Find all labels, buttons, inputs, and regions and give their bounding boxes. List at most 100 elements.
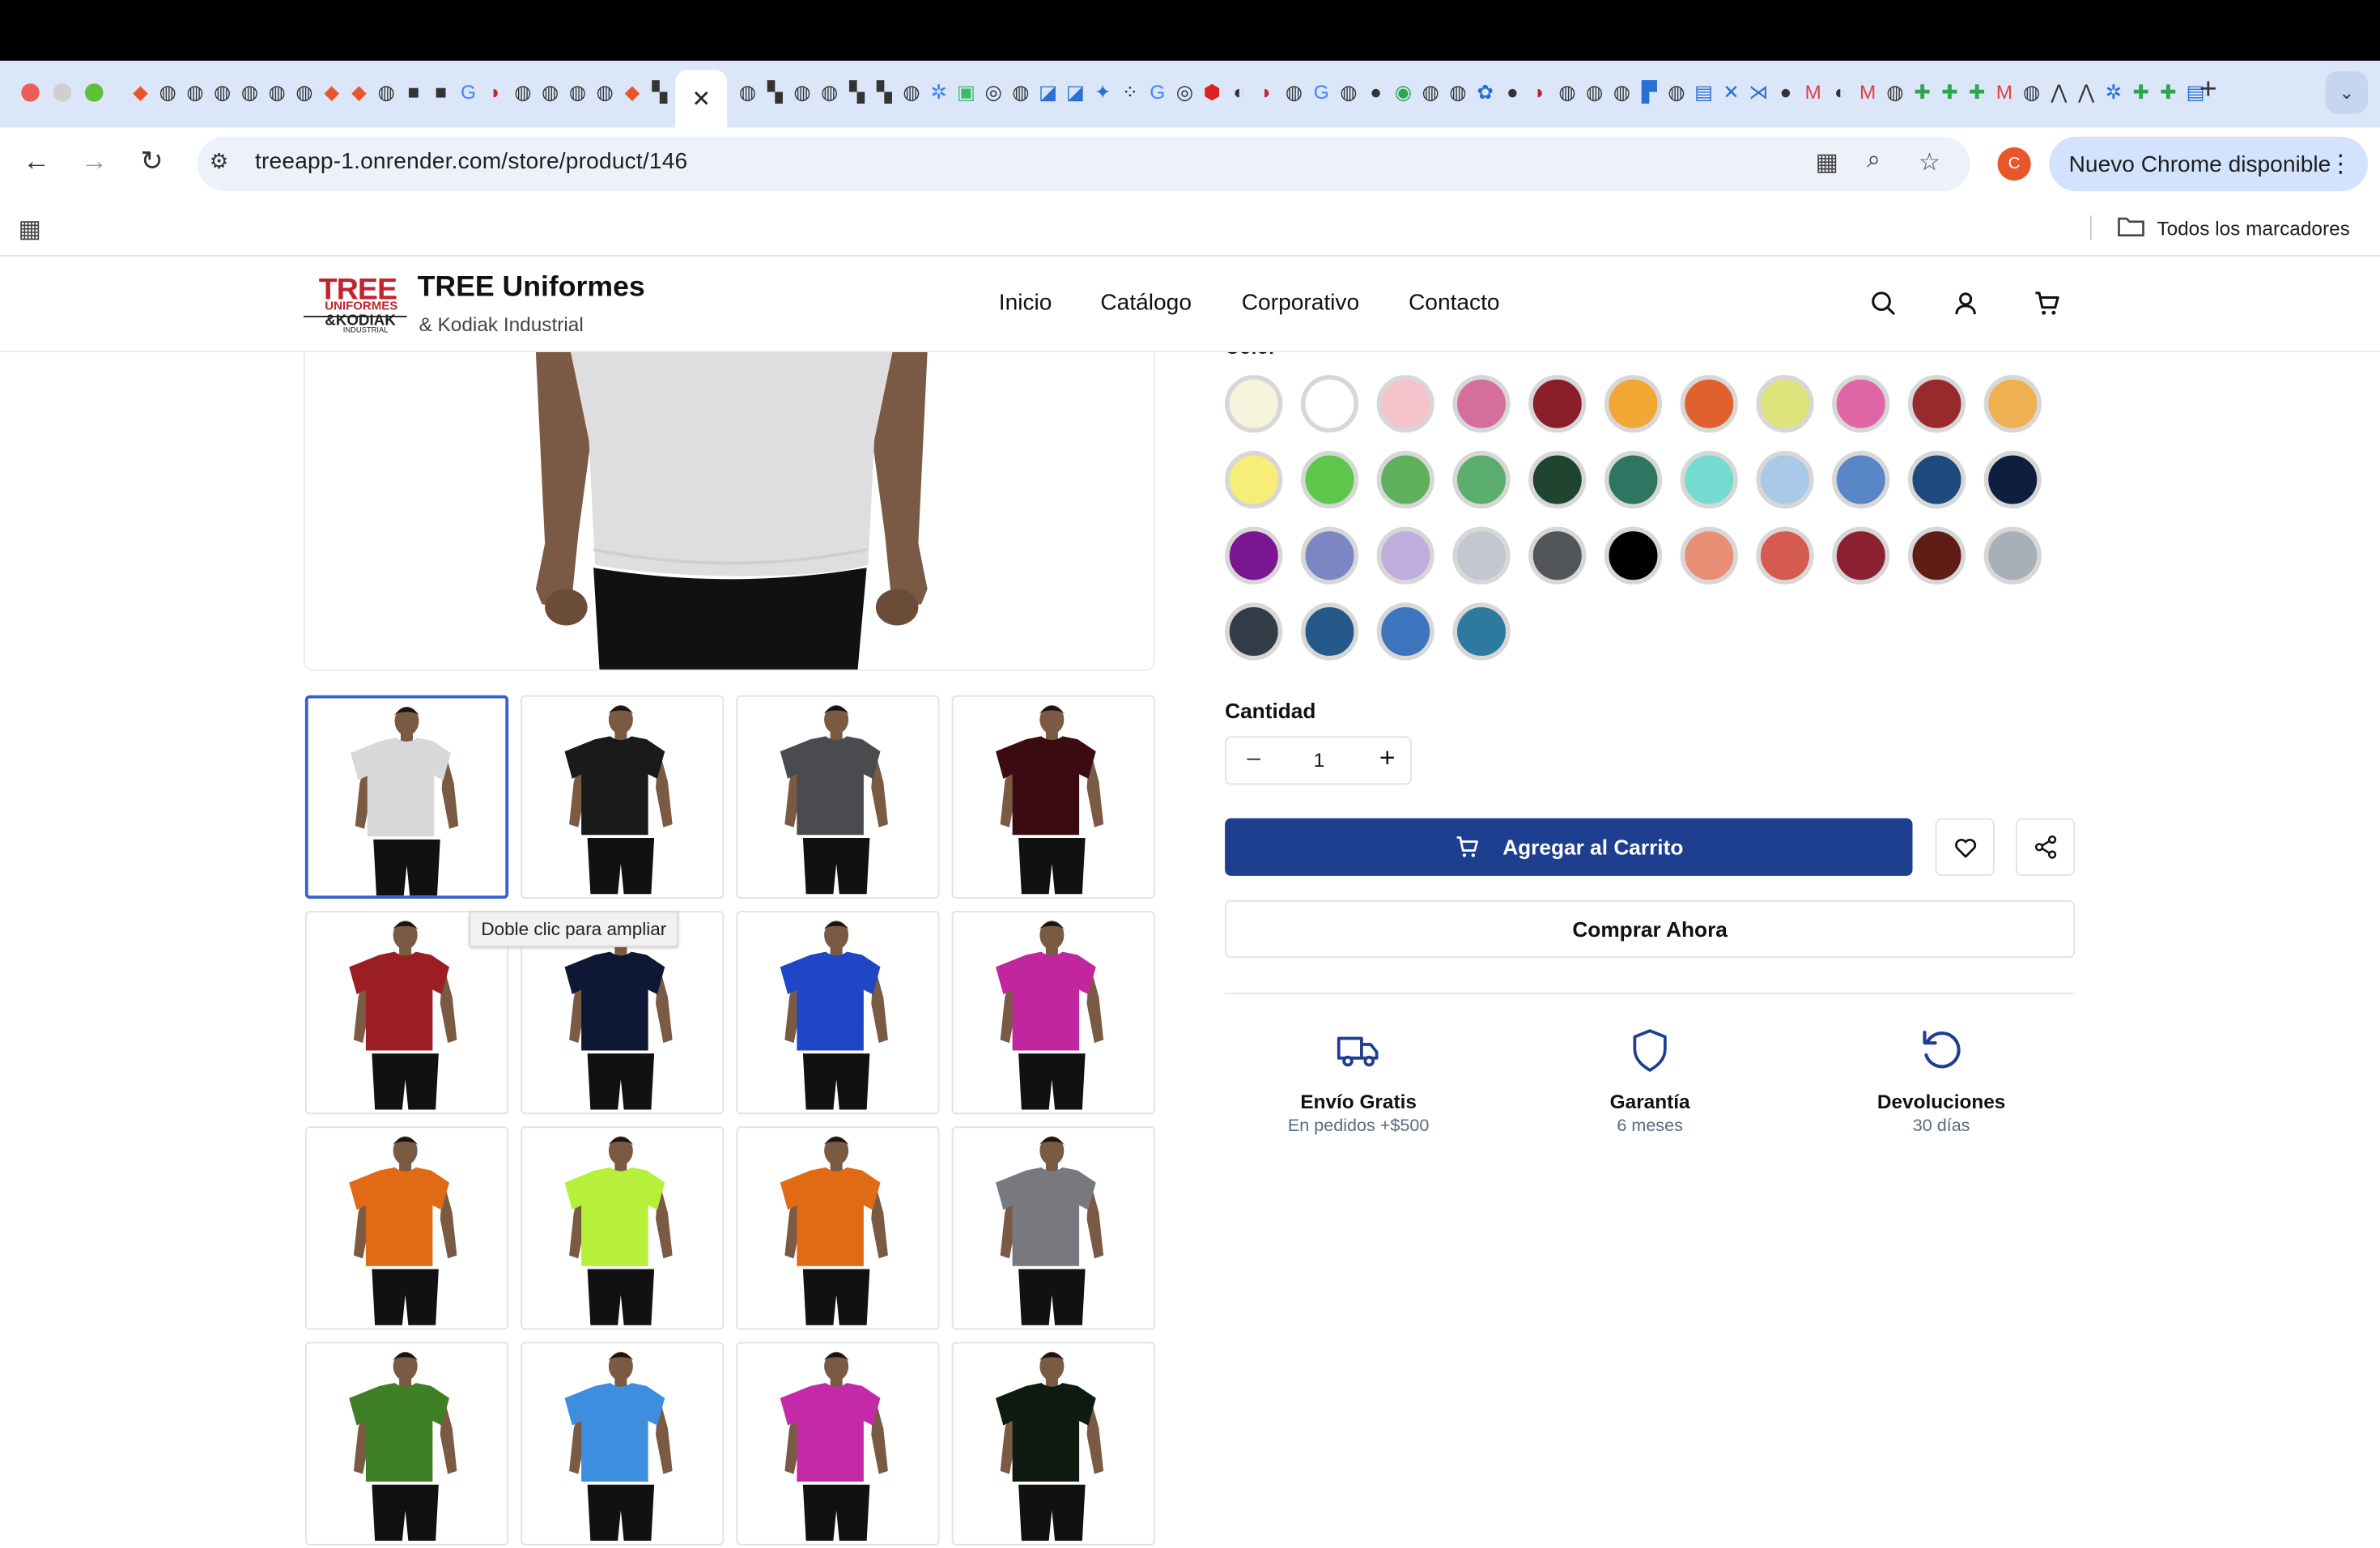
tab-favicon-icon[interactable]: M: [1991, 79, 2017, 105]
tab-favicon-icon[interactable]: ◎: [980, 79, 1006, 105]
brand-logo[interactable]: TREE UNIFORMES &KODIAK INDUSTRIAL: [304, 274, 407, 338]
maximize-window-button[interactable]: [85, 83, 104, 102]
tab-favicon-icon[interactable]: ▤: [1691, 79, 1717, 105]
tab-favicon-icon[interactable]: ⋀: [2046, 79, 2072, 105]
tab-favicon-icon[interactable]: ◍: [565, 79, 591, 105]
color-swatch[interactable]: [1225, 602, 1283, 661]
site-settings-icon[interactable]: ⚙: [210, 149, 229, 175]
color-swatch[interactable]: [1225, 375, 1283, 433]
share-button[interactable]: [2016, 818, 2076, 876]
tab-favicon-icon[interactable]: ◆: [619, 79, 645, 105]
add-to-cart-button[interactable]: Agregar al Carrito: [1225, 818, 1913, 876]
tab-favicon-icon[interactable]: ●: [1773, 79, 1799, 105]
color-swatch[interactable]: [1756, 450, 1814, 509]
product-thumbnail[interactable]: [951, 695, 1155, 899]
tab-favicon-icon[interactable]: ▚: [762, 79, 788, 105]
color-swatch[interactable]: [1983, 450, 2042, 509]
color-swatch[interactable]: [1300, 375, 1359, 433]
tab-favicon-icon[interactable]: ◍: [1664, 79, 1689, 105]
tab-favicon-icon[interactable]: ◍: [592, 79, 618, 105]
tab-favicon-icon[interactable]: ▚: [844, 79, 870, 105]
product-thumbnail[interactable]: [304, 1342, 509, 1546]
tab-favicon-icon[interactable]: ◍: [2019, 79, 2045, 105]
tab-favicon-icon[interactable]: ⁘: [1117, 79, 1143, 105]
nav-link-catalogo[interactable]: Catálogo: [1100, 290, 1192, 316]
tab-favicon-icon[interactable]: ◗: [1254, 79, 1280, 105]
all-bookmarks-link[interactable]: Todos los marcadores: [2157, 217, 2349, 240]
tab-favicon-icon[interactable]: ●: [1363, 79, 1389, 105]
tab-favicon-icon[interactable]: G: [456, 79, 482, 105]
tab-favicon-icon[interactable]: ⬢: [1199, 79, 1225, 105]
tab-favicon-icon[interactable]: M: [1855, 79, 1881, 105]
new-tab-button[interactable]: +: [2199, 73, 2217, 108]
tab-favicon-icon[interactable]: ▚: [647, 79, 673, 105]
tab-favicon-icon[interactable]: ◍: [264, 79, 290, 105]
color-swatch[interactable]: [1832, 526, 1890, 585]
wishlist-button[interactable]: [1935, 818, 1995, 876]
tab-favicon-icon[interactable]: ◆: [346, 79, 372, 105]
tab-favicon-icon[interactable]: ◍: [1445, 79, 1471, 105]
search-icon[interactable]: [1868, 288, 1899, 319]
tab-favicon-icon[interactable]: ◪: [1035, 79, 1061, 105]
color-swatch[interactable]: [1680, 450, 1738, 509]
decrease-quantity-button[interactable]: −: [1239, 744, 1269, 776]
color-swatch[interactable]: [1907, 526, 1966, 585]
tab-favicon-icon[interactable]: ●: [1500, 79, 1526, 105]
tab-favicon-icon[interactable]: ◍: [510, 79, 536, 105]
tab-favicon-icon[interactable]: ◍: [1281, 79, 1307, 105]
nav-link-corporativo[interactable]: Corporativo: [1242, 290, 1359, 316]
tab-favicon-icon[interactable]: ✚: [2128, 79, 2154, 105]
minimize-window-button[interactable]: [53, 83, 72, 102]
color-swatch[interactable]: [1832, 375, 1890, 433]
cart-icon[interactable]: [2033, 288, 2063, 319]
tab-favicon-icon[interactable]: M: [1800, 79, 1826, 105]
chrome-update-button[interactable]: Nuevo Chrome disponible ⋮: [2049, 136, 2368, 192]
tab-favicon-icon[interactable]: ✕: [1719, 79, 1745, 105]
tab-favicon-icon[interactable]: ◍: [735, 79, 761, 105]
reload-icon[interactable]: ↻: [134, 146, 170, 177]
product-thumbnail[interactable]: [736, 911, 940, 1115]
tab-favicon-icon[interactable]: G: [1308, 79, 1334, 105]
apps-grid-icon[interactable]: ▦: [19, 214, 41, 245]
color-swatch[interactable]: [1225, 526, 1283, 585]
tab-favicon-icon[interactable]: ◐: [1828, 79, 1854, 105]
color-swatch[interactable]: [1983, 526, 2042, 585]
nav-link-contacto[interactable]: Contacto: [1409, 290, 1500, 316]
tab-favicon-icon[interactable]: ✲: [926, 79, 952, 105]
buy-now-button[interactable]: Comprar Ahora: [1225, 899, 2076, 959]
more-menu-icon[interactable]: ⋮: [2328, 149, 2352, 180]
tab-favicon-icon[interactable]: ◆: [319, 79, 345, 105]
product-thumbnail[interactable]: [304, 695, 509, 899]
tab-favicon-icon[interactable]: ◍: [1554, 79, 1580, 105]
tab-favicon-icon[interactable]: ⋊: [1745, 79, 1771, 105]
color-swatch[interactable]: [1225, 450, 1283, 509]
tab-favicon-icon[interactable]: ◎: [1172, 79, 1198, 105]
tab-favicon-icon[interactable]: ◍: [899, 79, 924, 105]
forward-arrow-icon[interactable]: →: [76, 146, 113, 177]
color-swatch[interactable]: [1300, 450, 1359, 509]
color-swatch[interactable]: [1300, 526, 1359, 585]
tab-favicon-icon[interactable]: G: [1145, 79, 1171, 105]
product-thumbnail[interactable]: [736, 695, 940, 899]
tab-search-chevron-icon[interactable]: ⌄: [2325, 71, 2368, 114]
color-swatch[interactable]: [1452, 375, 1511, 433]
color-swatch[interactable]: [1756, 375, 1814, 433]
color-swatch[interactable]: [1907, 450, 1966, 509]
color-swatch[interactable]: [1832, 450, 1890, 509]
tab-favicon-icon[interactable]: ✿: [1473, 79, 1498, 105]
tab-favicon-icon[interactable]: ▛: [1636, 79, 1662, 105]
tab-favicon-icon[interactable]: ◍: [1882, 79, 1908, 105]
quantity-value[interactable]: 1: [1296, 748, 1341, 771]
tab-favicon-icon[interactable]: ◍: [1336, 79, 1362, 105]
color-swatch[interactable]: [1528, 450, 1587, 509]
tab-favicon-icon[interactable]: ✲: [2101, 79, 2127, 105]
color-swatch[interactable]: [1528, 375, 1587, 433]
close-window-button[interactable]: [21, 83, 40, 102]
tab-favicon-icon[interactable]: ◐: [1226, 79, 1252, 105]
product-thumbnail[interactable]: [951, 1342, 1155, 1546]
color-swatch[interactable]: [1528, 526, 1587, 585]
bookmark-star-icon[interactable]: ☆: [1919, 147, 1940, 178]
pinned-tabs-right[interactable]: ◍ ▚ ◍ ◍ ▚ ▚ ◍ ✲ ▣ ◎ ◍ ◪ ◪ ✦ ⁘ G ◎ ⬢ ◐ ◗ …: [735, 79, 2209, 107]
tab-favicon-icon[interactable]: ◗: [1527, 79, 1553, 105]
color-swatch[interactable]: [1604, 450, 1663, 509]
